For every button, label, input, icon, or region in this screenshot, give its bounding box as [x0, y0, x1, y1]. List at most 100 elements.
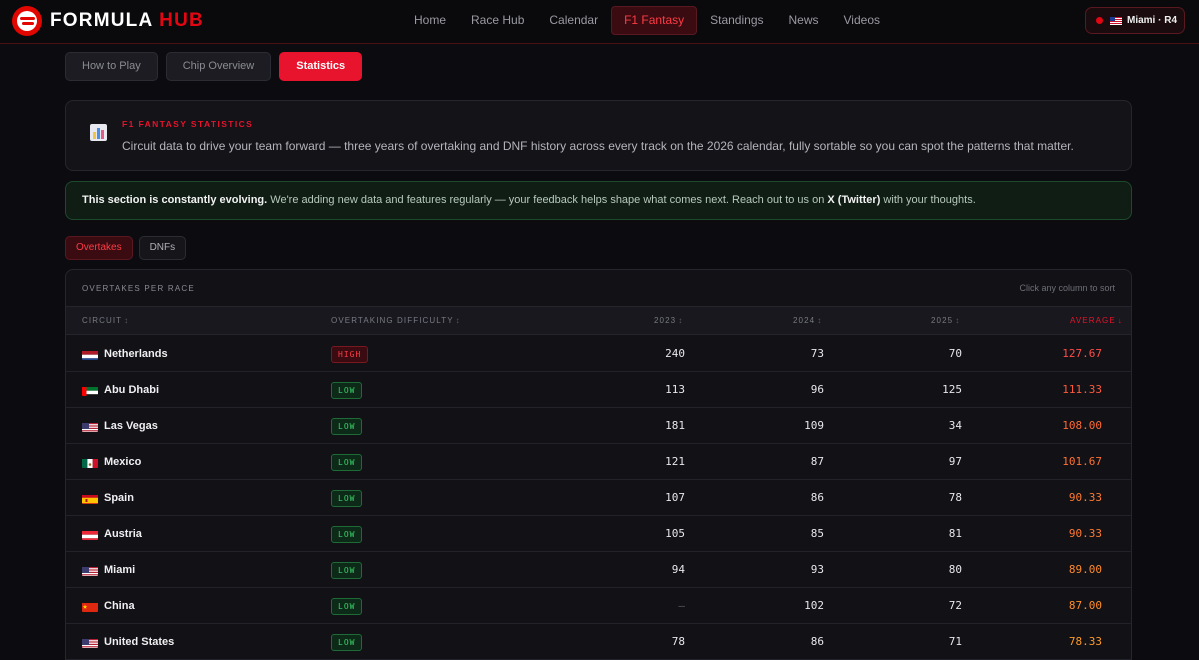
- overtakes-2025: 70: [948, 347, 962, 360]
- circuit-name: Miami: [104, 564, 136, 576]
- overtakes-average: 89.00: [1068, 563, 1102, 576]
- current-race-label: Miami · R4: [1127, 15, 1178, 26]
- circuit-name: United States: [104, 636, 175, 648]
- overtakes-average: 90.33: [1068, 491, 1102, 504]
- table-row[interactable]: Mexico LOW 121 87 97 101.67: [66, 444, 1131, 480]
- sort-hint: Click any column to sort: [1019, 283, 1115, 293]
- circuit-name: Mexico: [104, 456, 142, 468]
- nav-item-calendar[interactable]: Calendar: [537, 6, 610, 35]
- overtakes-2025: 97: [948, 455, 962, 468]
- overtakes-average: 108.00: [1062, 419, 1102, 432]
- difficulty-badge: LOW: [331, 598, 363, 615]
- overtakes-2023: 78: [671, 635, 685, 648]
- nav-item-videos[interactable]: Videos: [832, 6, 892, 35]
- nav-item-standings[interactable]: Standings: [698, 6, 775, 35]
- difficulty-badge: LOW: [331, 382, 363, 399]
- nav-item-f1-fantasy[interactable]: F1 Fantasy: [611, 6, 698, 35]
- mx-flag-icon: [82, 457, 98, 468]
- tab-statistics[interactable]: Statistics: [279, 52, 363, 81]
- nav-item-home[interactable]: Home: [402, 6, 458, 35]
- col-header-2024[interactable]: 2024 ↕: [793, 307, 822, 335]
- tab-chip-overview[interactable]: Chip Overview: [165, 52, 272, 81]
- top-navbar: FORMULA HUB Home Race Hub Calendar F1 Fa…: [0, 0, 1199, 44]
- col-difficulty-label: OVERTAKING DIFFICULTY: [331, 316, 454, 325]
- intro-description: Circuit data to drive your team forward …: [122, 139, 1074, 153]
- sort-icon: ↕: [817, 316, 823, 325]
- overtakes-2024: 86: [810, 635, 824, 648]
- sort-desc-icon: ↓: [1117, 316, 1123, 325]
- difficulty-badge: LOW: [331, 562, 363, 579]
- table-row[interactable]: Spain LOW 107 86 78 90.33: [66, 480, 1131, 516]
- tab-dnfs[interactable]: DNFs: [138, 236, 187, 260]
- twitter-link[interactable]: X (Twitter): [827, 194, 880, 206]
- tab-how-to-play[interactable]: How to Play: [65, 52, 158, 81]
- circuit-name: Las Vegas: [104, 420, 158, 432]
- col-2024-label: 2024: [793, 316, 816, 325]
- overtakes-2025: 34: [948, 419, 962, 432]
- overtakes-2023: 94: [671, 563, 685, 576]
- table-title: OVERTAKES PER RACE: [82, 284, 195, 293]
- circuit-name: Austria: [104, 528, 142, 540]
- difficulty-badge: LOW: [331, 490, 363, 507]
- nav-item-race-hub[interactable]: Race Hub: [459, 6, 536, 35]
- table-row[interactable]: Miami LOW 94 93 80 89.00: [66, 552, 1131, 588]
- table-row[interactable]: Austria LOW 105 85 81 90.33: [66, 516, 1131, 552]
- difficulty-badge: LOW: [331, 418, 363, 435]
- main-nav: Home Race Hub Calendar F1 Fantasy Standi…: [402, 6, 893, 35]
- overtakes-2024: 73: [810, 347, 824, 360]
- overtakes-average: 90.33: [1068, 527, 1102, 540]
- nav-item-news[interactable]: News: [777, 6, 831, 35]
- sort-icon: ↕: [955, 316, 961, 325]
- overtakes-average: 111.33: [1062, 383, 1102, 396]
- col-average-label: AVERAGE: [1070, 316, 1116, 325]
- overtakes-2023: 113: [665, 383, 685, 396]
- circuit-name: Netherlands: [104, 348, 168, 360]
- tab-overtakes[interactable]: Overtakes: [65, 236, 133, 260]
- col-2025-label: 2025: [931, 316, 954, 325]
- current-race-pill[interactable]: Miami · R4: [1085, 7, 1185, 34]
- table-row[interactable]: China LOW — 102 72 87.00: [66, 588, 1131, 624]
- col-2023-label: 2023: [654, 316, 677, 325]
- overtakes-2023: 107: [665, 491, 685, 504]
- overtakes-2025: 125: [942, 383, 962, 396]
- table-row[interactable]: Abu Dhabi LOW 113 96 125 111.33: [66, 372, 1131, 408]
- overtakes-average: 101.67: [1062, 455, 1102, 468]
- bar-chart-icon: [90, 124, 107, 141]
- overtakes-average: 87.00: [1068, 599, 1102, 612]
- difficulty-badge: HIGH: [331, 346, 369, 363]
- circuit-name: Spain: [104, 492, 134, 504]
- brand-logo[interactable]: FORMULA HUB: [12, 6, 204, 36]
- intro-kicker: F1 FANTASY STATISTICS: [122, 119, 254, 129]
- formula-hub-logo-icon: [12, 6, 42, 36]
- col-header-circuit[interactable]: CIRCUIT ↕: [82, 307, 129, 335]
- table-row[interactable]: Netherlands HIGH 240 73 70 127.67: [66, 336, 1131, 372]
- circuit-name: Abu Dhabi: [104, 384, 159, 396]
- sort-icon: ↕: [678, 316, 684, 325]
- overtakes-table-card: OVERTAKES PER RACE Click any column to s…: [65, 269, 1132, 660]
- difficulty-badge: LOW: [331, 526, 363, 543]
- us-flag-icon: [82, 421, 98, 432]
- overtakes-2025: 72: [948, 599, 962, 612]
- nl-flag-icon: [82, 349, 98, 360]
- ae-flag-icon: [82, 385, 98, 396]
- col-header-average[interactable]: AVERAGE ↓: [1070, 307, 1123, 335]
- overtakes-2025: 81: [948, 527, 962, 540]
- brand-name: FORMULA HUB: [50, 10, 204, 32]
- overtakes-2024: 93: [810, 563, 824, 576]
- overtakes-2025: 78: [948, 491, 962, 504]
- fantasy-subtabs: How to Play Chip Overview Statistics: [65, 52, 370, 81]
- table-row[interactable]: United States LOW 78 86 71 78.33: [66, 624, 1131, 660]
- evolving-notice: This section is constantly evolving. We'…: [65, 181, 1132, 220]
- table-body: Netherlands HIGH 240 73 70 127.67 Abu Dh…: [66, 336, 1131, 660]
- overtakes-2023: 105: [665, 527, 685, 540]
- sort-icon: ↕: [455, 316, 461, 325]
- notice-text: We're adding new data and features regul…: [267, 194, 828, 206]
- col-header-2025[interactable]: 2025 ↕: [931, 307, 960, 335]
- col-header-2023[interactable]: 2023 ↕: [654, 307, 683, 335]
- difficulty-badge: LOW: [331, 634, 363, 651]
- overtakes-2025: 71: [948, 635, 962, 648]
- table-row[interactable]: Las Vegas LOW 181 109 34 108.00: [66, 408, 1131, 444]
- overtakes-average: 127.67: [1062, 347, 1102, 360]
- col-header-difficulty[interactable]: OVERTAKING DIFFICULTY ↕: [331, 307, 461, 335]
- es-flag-icon: [82, 493, 98, 504]
